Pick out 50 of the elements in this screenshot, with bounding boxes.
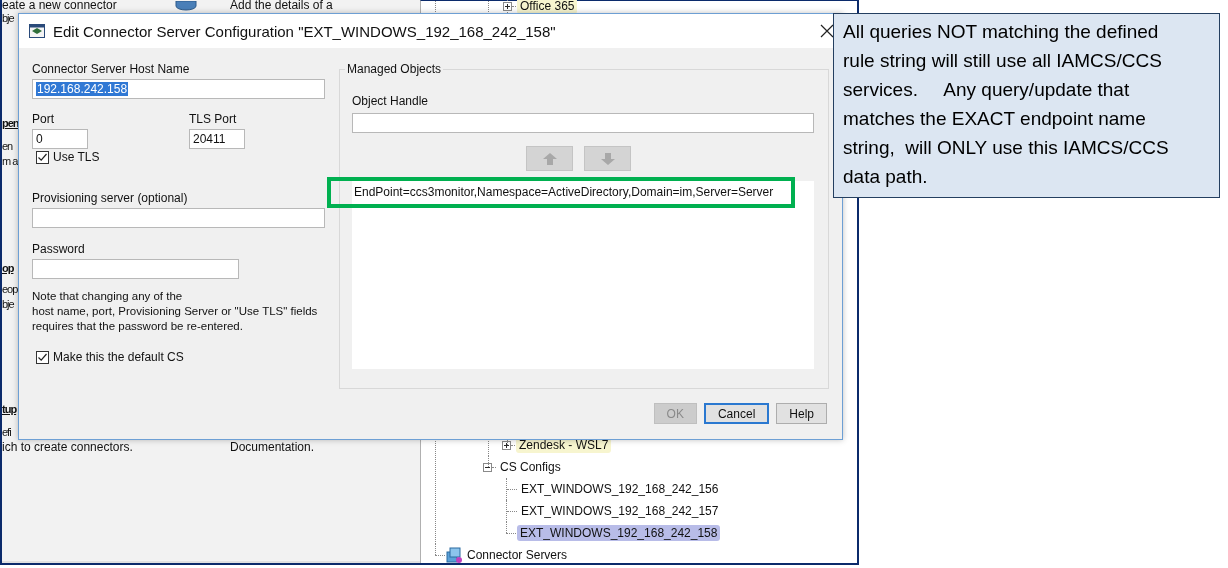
expand-icon[interactable] <box>502 440 511 450</box>
input-field[interactable]: 0 <box>32 129 88 149</box>
field-label: Port <box>32 112 54 127</box>
dialog-button[interactable]: Cancel <box>703 403 770 424</box>
input-field[interactable] <box>32 259 239 279</box>
database-icon <box>175 1 197 11</box>
field-label: Password <box>32 242 85 257</box>
field-label: Provisioning server (optional) <box>32 191 188 206</box>
tree-item[interactable]: EXT_WINDOWS_192_168_242_156 <box>518 481 722 497</box>
description-text: Add the details of a <box>230 0 333 12</box>
close-icon[interactable] <box>820 24 834 38</box>
checkbox[interactable] <box>36 150 49 164</box>
tree-item[interactable]: CS Configs <box>497 459 564 475</box>
tree-item[interactable]: Connector Servers <box>464 547 571 563</box>
description-text: bje <box>2 297 14 311</box>
window-title: Edit Connector Server Configuration "EXT_WINDOWS_192_168_242_158" <box>53 22 557 40</box>
dialog-button[interactable]: Help <box>776 403 827 424</box>
tree-item[interactable]: EXT_WINDOWS_192_168_242_158 <box>517 525 721 541</box>
field-label: Object Handle <box>352 94 429 109</box>
input-field[interactable]: 192.168.242.158 <box>32 79 325 99</box>
checkbox-label: Use TLS <box>53 150 100 164</box>
section-heading: op <box>2 261 14 275</box>
description-text: bje <box>2 11 14 25</box>
callout-text: All queries NOT matching the defined rule string will still use all IAMCS/CCS services. Any query/update that matches the EXACT endpoint name string, will ONLY use this IAMCS/CCS data path. <box>843 20 1170 189</box>
app-icon <box>29 24 45 38</box>
description-text: Documentation. <box>230 440 315 454</box>
input-field[interactable]: 20411 <box>189 129 245 149</box>
input-field[interactable] <box>352 113 814 133</box>
checkbox-label: Make this the default CS <box>53 350 184 364</box>
description-text: eop <box>2 282 18 296</box>
checkbox[interactable] <box>36 350 49 364</box>
description-text: en <box>2 139 13 153</box>
field-label: TLS Port <box>189 112 237 127</box>
tree-item[interactable]: Office 365 <box>517 0 578 14</box>
list-item[interactable]: EndPoint=ccs3monitor,Namespace=ActiveDirectory,Domain=im,Server=Server <box>354 184 774 200</box>
server-icon <box>446 547 463 563</box>
note-text: Note that changing any of the host name, port, Provisioning Server or "Use TLS" fields requires that the password be re-entered. <box>32 289 318 334</box>
expand-icon[interactable] <box>503 1 512 11</box>
description-text: m a <box>2 154 18 168</box>
arrow-down-icon <box>600 152 615 165</box>
description-text: eate a new connector <box>2 0 117 12</box>
input-field[interactable] <box>32 208 325 228</box>
arrow-up-icon <box>542 152 557 165</box>
group-title: Managed Objects <box>345 62 444 77</box>
description-text: ich to create connectors. <box>2 440 133 454</box>
tree-item[interactable]: EXT_WINDOWS_192_168_242_157 <box>518 503 722 519</box>
field-label: Connector Server Host Name <box>32 62 190 77</box>
section-heading: tup <box>2 402 17 416</box>
collapse-icon[interactable] <box>483 462 492 472</box>
description-text: efi <box>2 425 11 439</box>
